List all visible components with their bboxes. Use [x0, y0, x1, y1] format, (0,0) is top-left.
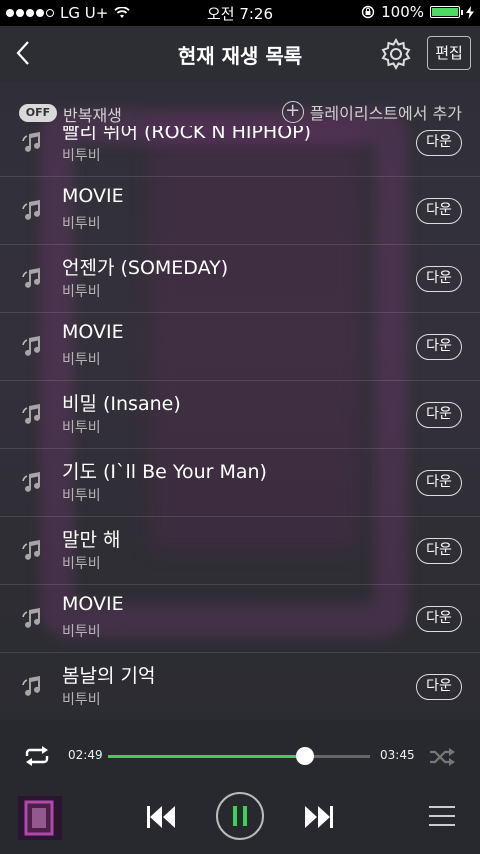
playlist-row[interactable]: 언젠가 (SOMEDAY) 비투비 다운 — [0, 245, 480, 313]
progress-bar[interactable] — [108, 747, 370, 765]
playlist-row[interactable]: MOVIE 비투비 다운 — [0, 585, 480, 653]
gear-icon — [381, 37, 411, 71]
repeat-label: 반복재생 — [63, 106, 122, 125]
battery-percent: 100% — [381, 3, 424, 21]
song-title: 언젠가 (SOMEDAY) — [62, 257, 229, 279]
music-note-icon — [20, 131, 44, 155]
music-note-icon — [20, 335, 44, 359]
playlist-row[interactable]: MOVIE 비투비 다운 — [0, 313, 480, 381]
progress-fill — [108, 755, 305, 758]
download-button[interactable]: 다운 — [416, 334, 462, 360]
previous-track-icon — [147, 806, 175, 828]
playlist-row[interactable]: MOVIE 비투비 다운 — [0, 177, 480, 245]
current-time: 02:49 — [68, 748, 103, 762]
status-bar: LG U+ 오전 7:26 100% — [0, 0, 480, 26]
song-artist: 비투비 — [62, 420, 101, 436]
song-artist: 비투비 — [62, 624, 101, 640]
next-button[interactable] — [303, 802, 335, 832]
song-artist: 비투비 — [62, 488, 101, 504]
pause-button[interactable] — [216, 792, 264, 840]
add-from-playlist-label: 플레이리스트에서 추가 — [309, 104, 462, 123]
progress-knob[interactable] — [295, 747, 314, 765]
playlist-row[interactable]: 기도 (I`ll Be Your Man) 비투비 다운 — [0, 449, 480, 517]
download-button[interactable]: 다운 — [416, 198, 462, 224]
repeat-toggle[interactable]: OFF — [19, 104, 57, 122]
song-title: 빨리 뛰어 (ROCK N HIPHOP) — [62, 126, 312, 143]
playlist: 빨리 뛰어 (ROCK N HIPHOP) 비투비 다운 MOVIE 비투비 다운 언젠가 … — [0, 126, 480, 720]
song-title: MOVIE — [62, 321, 124, 343]
music-note-icon — [20, 267, 44, 291]
plus-circle-icon: + — [281, 101, 304, 123]
playlist-row[interactable]: 말만 해비투비 다운 — [0, 517, 480, 585]
add-from-playlist-button[interactable]: + 플레이리스트에서 추가 — [281, 100, 462, 124]
song-artist: 비투비 — [62, 148, 101, 164]
song-artist: 비투비 — [62, 352, 101, 368]
download-button[interactable]: 다운 — [416, 538, 462, 564]
battery-icon — [430, 6, 463, 18]
music-note-icon — [20, 607, 44, 631]
music-note-icon — [20, 539, 44, 563]
previous-button[interactable] — [145, 802, 177, 832]
download-button[interactable]: 다운 — [416, 130, 462, 156]
playlist-row[interactable]: 빨리 뛰어 (ROCK N HIPHOP) 비투비 다운 — [0, 126, 480, 177]
next-track-icon — [305, 806, 333, 828]
rotation-lock-icon — [361, 5, 375, 19]
download-button[interactable]: 다운 — [416, 402, 462, 428]
edit-button[interactable]: 편집 — [427, 36, 471, 70]
song-artist: 비투비 — [62, 216, 101, 232]
repeat-icon — [25, 746, 49, 766]
total-time: 03:45 — [380, 748, 415, 762]
music-note-icon — [20, 675, 44, 699]
song-artist: 비투비 — [62, 692, 101, 708]
download-button[interactable]: 다운 — [416, 470, 462, 496]
song-title: 비밀 (Insane) — [62, 393, 181, 415]
download-button[interactable]: 다운 — [416, 606, 462, 632]
menu-button[interactable] — [428, 804, 456, 828]
hamburger-menu-icon — [429, 806, 455, 826]
music-note-icon — [20, 403, 44, 427]
music-note-icon — [20, 199, 44, 223]
song-title: 말만 해 — [62, 529, 121, 551]
song-title: MOVIE — [62, 185, 124, 207]
song-artist: 비투비 — [62, 556, 101, 572]
download-button[interactable]: 다운 — [416, 266, 462, 292]
shuffle-icon — [430, 748, 455, 766]
album-thumbnail[interactable] — [18, 796, 62, 840]
song-title: MOVIE — [62, 593, 124, 615]
album-art-icon — [18, 796, 62, 840]
pause-icon — [233, 806, 247, 826]
navigation-bar: 현재 재생 목록 편집 — [0, 26, 480, 82]
playlist-row[interactable]: 비밀 (Insane) 비투비 다운 — [0, 381, 480, 449]
song-artist: 비투비 — [62, 284, 101, 300]
playlist-row[interactable]: 봄날의 기억비투비 다운 — [0, 653, 480, 720]
shuffle-button[interactable] — [428, 745, 456, 769]
status-right: 100% — [361, 3, 474, 21]
repeat-button[interactable] — [22, 744, 52, 768]
settings-button[interactable] — [379, 37, 413, 71]
player-controls: 02:49 03:45 — [0, 720, 480, 854]
song-title: 봄날의 기억 — [62, 665, 156, 687]
download-button[interactable]: 다운 — [416, 674, 462, 700]
song-title: 기도 (I`ll Be Your Man) — [62, 461, 267, 483]
music-note-icon — [20, 471, 44, 495]
charging-icon — [466, 5, 474, 19]
